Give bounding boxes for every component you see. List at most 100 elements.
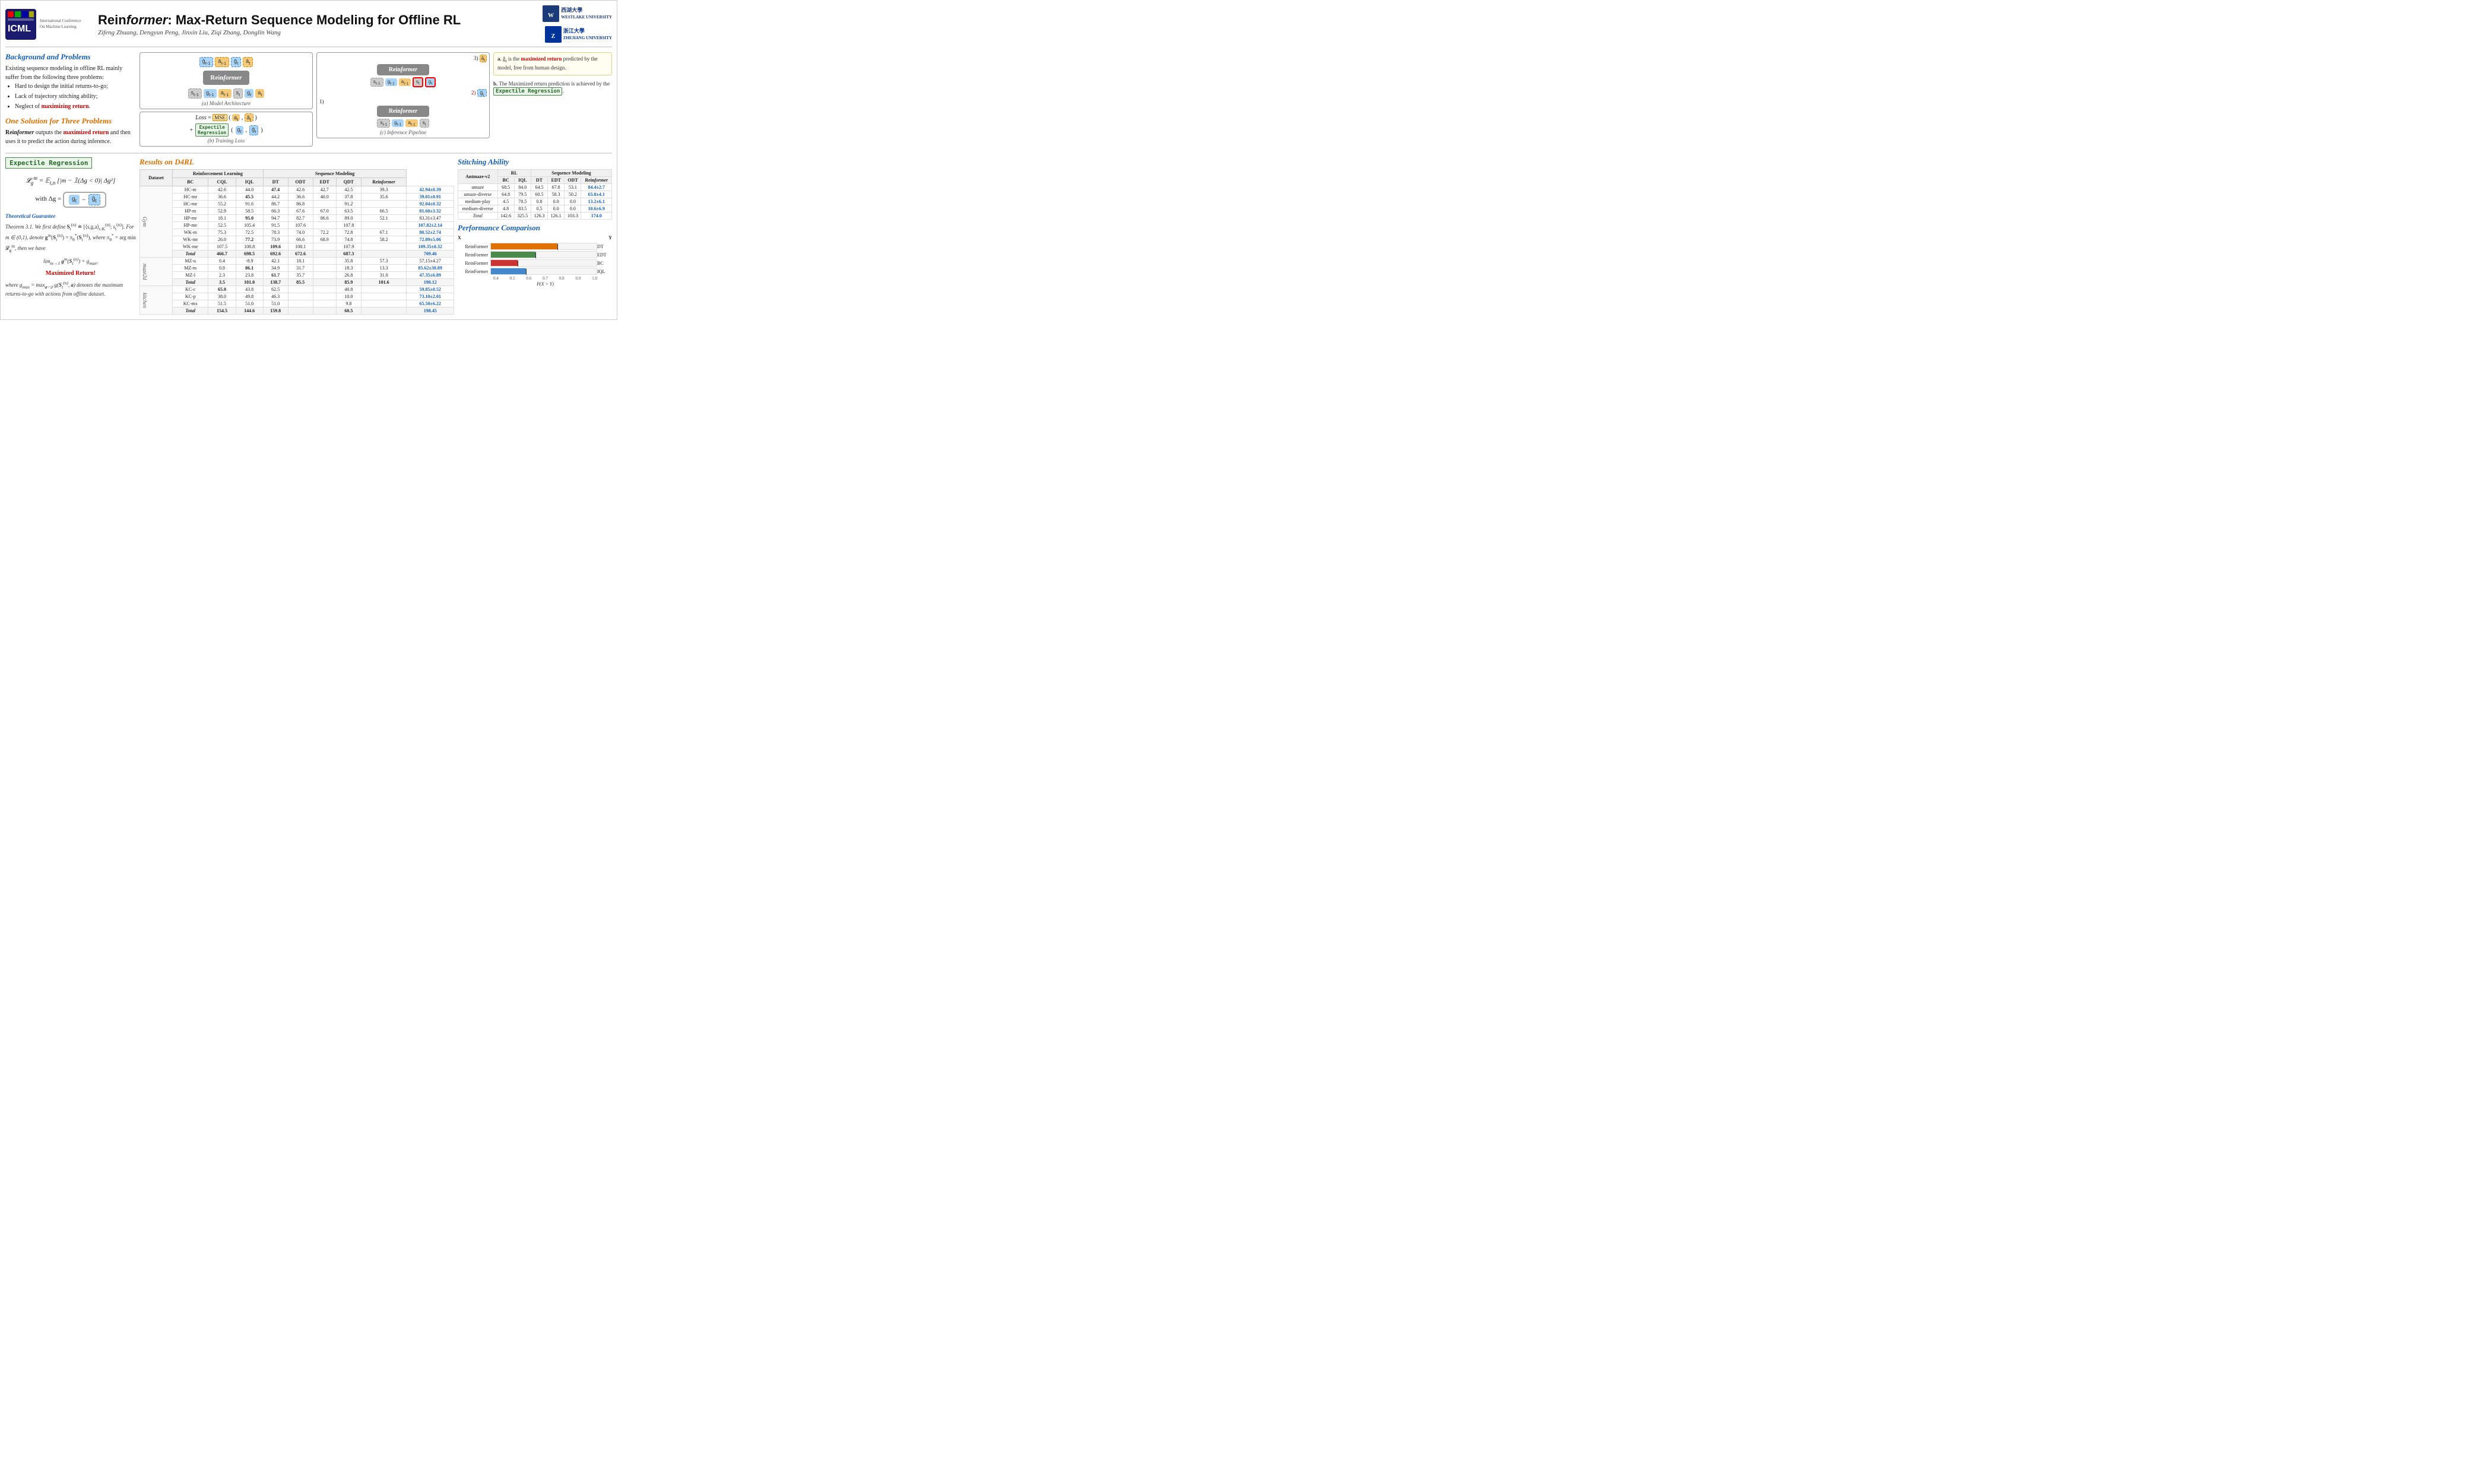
- arch-diagram-label: (a) Model Architecture: [142, 100, 310, 106]
- one-solution-block: One Solution for Three Problems Reinform…: [5, 116, 136, 146]
- table-row: medium-play4.578.50.80.00.013.2±6.1: [458, 198, 612, 205]
- inf-bot-tokens: st-1 gt-1 at-1 st: [319, 119, 487, 128]
- loss-box: Loss = MSE ( at , ât ) + ExpectileRegres…: [139, 112, 313, 147]
- one-solution-body: Reinformer outputs the maximized return …: [5, 128, 136, 146]
- table-row: MZ-l2.323.861.735.726.831.047.35±6.89: [140, 272, 454, 279]
- stitch-total-row: Total142.6325.5126.3126.1103.3174.0: [458, 213, 612, 220]
- gym-total-row: Total466.7698.5692.6672.6687.3709.46: [140, 250, 454, 258]
- svg-text:ICML: ICML: [8, 24, 31, 34]
- stitch-ref: Reinformer: [581, 177, 612, 184]
- arch-bottom-tokens: st-1 gt-1 at-1 st gt at: [142, 88, 310, 99]
- loss-eq-line: Loss = MSE ( at , ât ): [145, 115, 307, 122]
- inference-label: (c) Inference Pipeline: [319, 129, 487, 135]
- tick-10: 1.0: [592, 276, 597, 281]
- tok-s-prev: st-1: [188, 88, 202, 99]
- hc-m-dataset: HC-m: [172, 186, 208, 194]
- table-row: KC-p38.049.846.310.073.10±2.01: [140, 293, 454, 300]
- col-edt: EDT: [313, 178, 336, 186]
- col-bc: BC: [172, 178, 208, 186]
- perf-y-edt: EDT: [597, 252, 612, 258]
- stitch-edt: EDT: [548, 177, 565, 184]
- background-bullets: Hard to design the initial returns-to-go…: [5, 82, 136, 112]
- stitch-odt: ODT: [565, 177, 581, 184]
- one-solution-title: One Solution for Three Problems: [5, 116, 136, 126]
- gmax-def: where gmax = maxa~𝒟 g(St(n), a) denotes …: [5, 280, 136, 299]
- paper-authors: Zifeng Zhuang, Dengyun Peng, Jinxin Liu,…: [98, 29, 543, 36]
- table-row: WK-m75.372.578.374.072.272.867.180.52±2.…: [140, 229, 454, 236]
- theorem-title: Theoretical Guarantee: [5, 213, 136, 221]
- arch-top-tokens: ĝt-1 ât-1 ĝt ât: [142, 57, 310, 67]
- perf-axis-ticks: 0.4 0.5 0.6 0.7 0.8 0.9 1.0: [458, 276, 612, 281]
- perf-y-iql: IQL: [597, 269, 612, 274]
- annotation-a: a. ĝt is the maximized return predicted …: [493, 52, 612, 75]
- gym-group-label: Gym: [140, 186, 173, 258]
- step2-label: 2) ĝt: [319, 90, 487, 97]
- er-formula1: 𝓛gm = 𝔼t,n [|m − 𝟙(Δg < 0)| Δg²]: [5, 173, 136, 188]
- perf-y-dt: DT: [597, 244, 612, 249]
- loss-plus-line: + ExpectileRegression ( gt , ĝt ): [145, 123, 307, 137]
- tick-08: 0.8: [559, 276, 565, 281]
- reformer-box-arch: Reinformer: [203, 71, 249, 85]
- table-row: umaze68.584.064.567.853.184.4±2.7: [458, 184, 612, 191]
- col-sm-group: Sequence Modeling: [263, 170, 407, 178]
- er-panel: Expectile Regression 𝓛gm = 𝔼t,n [|m − 𝟙(…: [5, 157, 136, 315]
- zhejiang-logo-icon: Z: [545, 26, 562, 43]
- stitching-title: Stitching Ability: [458, 157, 612, 167]
- stitch-sm-group: Sequence Modeling: [531, 170, 611, 177]
- tok-a-t: at: [255, 89, 264, 98]
- d4rl-title: Results on D4RL: [139, 157, 454, 167]
- stitch-dt: DT: [531, 177, 547, 184]
- perf-y-bc: BC: [597, 261, 612, 266]
- performance-title: Performance Comparison: [458, 223, 612, 233]
- col-odt: ODT: [288, 178, 313, 186]
- table-row: WK-me107.5108.8109.6108.1107.9109.35±0.3…: [140, 243, 454, 250]
- table-row: HP-m52.958.566.367.667.063.566.581.60±3.…: [140, 208, 454, 215]
- westlake-label: 西湖大學WESTLAKE UNIVERSITY: [561, 7, 612, 20]
- bottom-section: Expectile Regression 𝓛gm = 𝔼t,n [|m − 𝟙(…: [5, 153, 612, 315]
- arch-diagram-box: ĝt-1 ât-1 ĝt ât Reinformer st-1 gt-1: [139, 52, 313, 109]
- token-g-t: ĝt: [231, 57, 241, 67]
- perf-row-edt: ReinFormer EDT: [458, 251, 612, 258]
- x-label: X: [458, 235, 461, 240]
- perf-bar-dt: [490, 243, 597, 250]
- step3-label: 3) ât: [319, 55, 487, 63]
- table-row: medium-diverse4.883.50.50.00.010.6±6.9: [458, 205, 612, 213]
- tok-g-prev: gt-1: [204, 89, 217, 98]
- table-row: MZ-m0.886.134.931.718.313.385.62±30.89: [140, 265, 454, 272]
- token-g-prev: ĝt-1: [199, 57, 214, 67]
- tick-05: 0.5: [510, 276, 515, 281]
- tok-a-prev: at-1: [218, 89, 232, 98]
- table-row: HP-mr18.195.094.782.786.689.052.183.31±3…: [140, 215, 454, 222]
- col-qdt: QDT: [336, 178, 361, 186]
- col-cql: CQL: [208, 178, 236, 186]
- diagram-row: ĝt-1 ât-1 ĝt ât Reinformer st-1 gt-1: [139, 52, 490, 149]
- header-title-block: Reinformer: Max-Return Sequence Modeling…: [93, 12, 543, 36]
- inf-top-tokens: st-1 gt-1 at-1 st gt: [319, 77, 487, 88]
- stitch-rl-group: RL: [497, 170, 531, 177]
- tick-09: 0.9: [576, 276, 581, 281]
- loss-diagram-label: (b) Training Loss: [145, 138, 307, 144]
- perf-bar-edt: [490, 251, 597, 258]
- table-row: maze2d MZ-u0.4-8.942.118.135.857.357.15±…: [140, 258, 454, 265]
- perf-bar-iql: [490, 268, 597, 275]
- right-results-panel: Stitching Ability Antmaze-v2 RL Sequence…: [458, 157, 612, 315]
- table-row: WK-mr26.077.273.966.668.974.858.272.89±5…: [140, 236, 454, 243]
- y-label: Y: [608, 235, 612, 240]
- top-left-panel: Background and Problems Existing sequenc…: [5, 52, 136, 149]
- performance-chart: ReinFormer DT ReinFormer EDT: [458, 243, 612, 287]
- table-row: HC-mr36.645.544.236.640.037.835.639.01±0…: [140, 194, 454, 201]
- er-title: Expectile Regression: [5, 157, 92, 169]
- annotation-b: b. The Maximized return prediction is ac…: [493, 80, 612, 96]
- kitchen-group-label: kitchen: [140, 286, 173, 315]
- stitch-dataset-col: Antmaze-v2: [458, 170, 498, 184]
- background-body: Existing sequence modeling in offline RL…: [5, 64, 136, 82]
- theorem-limit: limm→1 gm(St(n)) = gmax,: [5, 256, 136, 267]
- table-row: HC-me55.291.686.786.891.292.04±0.32: [140, 201, 454, 208]
- kitchen-total-row: Total154.5144.6159.860.5198.45: [140, 307, 454, 315]
- background-title: Background and Problems: [5, 52, 136, 62]
- perf-row-dt: ReinFormer DT: [458, 243, 612, 250]
- col-iql: IQL: [236, 178, 263, 186]
- tok-s-t: st: [233, 88, 243, 99]
- perf-label-bc: ReinFormer: [458, 261, 490, 266]
- poster-container: ICML International Conference On Machine…: [0, 0, 617, 320]
